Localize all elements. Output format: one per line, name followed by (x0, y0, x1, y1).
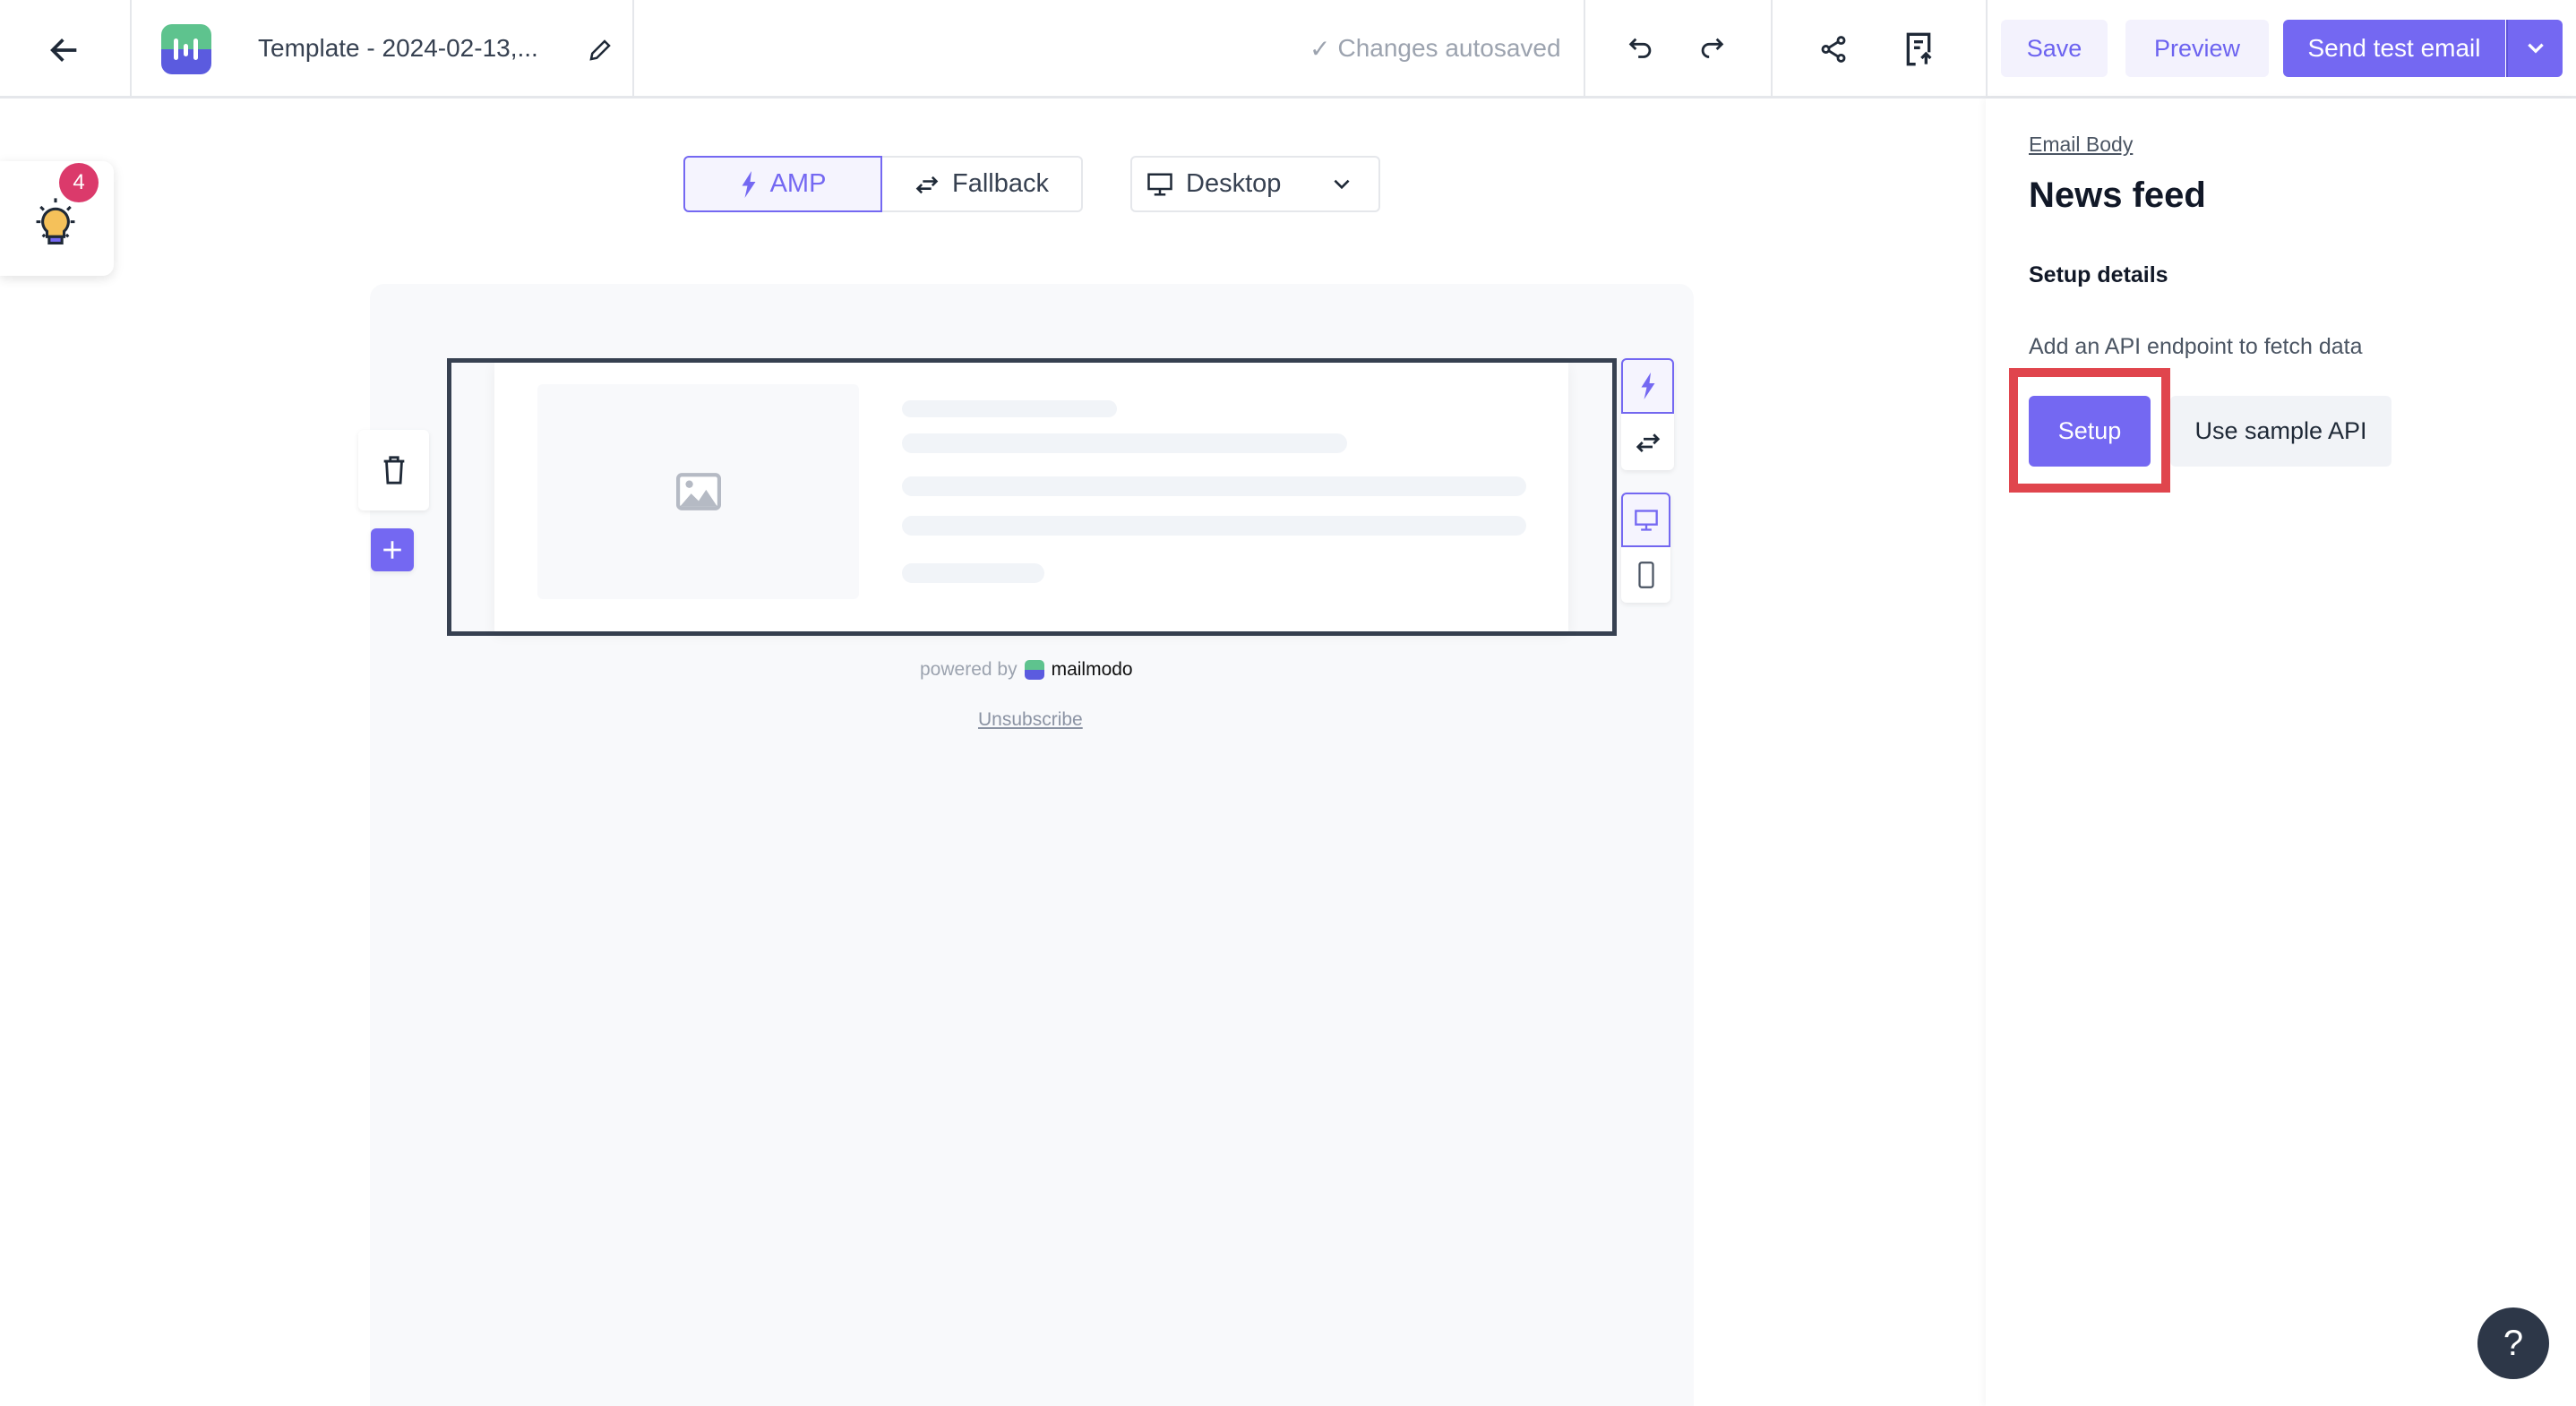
redo-icon[interactable] (1694, 31, 1730, 67)
setup-button[interactable]: Setup (2029, 396, 2151, 467)
swap-arrows-icon (1636, 433, 1660, 452)
mailmodo-logo (161, 24, 211, 74)
swap-arrows-icon (915, 176, 939, 193)
amp-tab[interactable]: AMP (683, 156, 882, 212)
undo-icon[interactable] (1623, 31, 1659, 67)
image-placeholder (537, 384, 859, 599)
autosave-text: Changes autosaved (1337, 34, 1561, 62)
skeleton-line (902, 476, 1526, 496)
brand-name: mailmodo (1051, 659, 1133, 680)
device-value: Desktop (1186, 169, 1282, 198)
block-fallback-button[interactable] (1621, 414, 1674, 470)
share-icon[interactable] (1816, 31, 1851, 67)
skeleton-line (902, 400, 1117, 417)
block-desktop-button[interactable] (1621, 493, 1670, 547)
skeleton-line (902, 563, 1044, 583)
lightning-icon (1641, 373, 1654, 399)
chevron-down-icon (1334, 179, 1350, 189)
section-heading: Setup details (2029, 262, 2168, 287)
autosave-status: ✓ Changes autosaved (1309, 34, 1561, 64)
setup-description: Add an API endpoint to fetch data (2029, 334, 2363, 359)
trash-icon (383, 456, 404, 484)
top-bar: Template - 2024-02-13,... ✓ Changes autos… (0, 0, 2576, 99)
desktop-icon (1634, 509, 1658, 531)
send-options-dropdown[interactable] (2506, 20, 2563, 77)
skeleton-line (902, 516, 1526, 536)
check-icon: ✓ (1309, 35, 1331, 63)
powered-by-text: powered by (920, 659, 1018, 680)
back-arrow-icon[interactable] (41, 27, 88, 73)
help-button[interactable]: ? (2477, 1307, 2549, 1379)
mobile-icon (1637, 562, 1654, 588)
edit-pencil-icon[interactable] (582, 32, 618, 68)
fallback-label: Fallback (952, 169, 1049, 198)
add-block-button[interactable] (371, 528, 414, 571)
settings-panel (1986, 99, 2576, 1406)
block-mobile-button[interactable] (1621, 547, 1670, 603)
skeleton-line (902, 433, 1347, 453)
plus-icon (383, 541, 401, 559)
question-mark-icon: ? (2503, 1323, 2524, 1363)
save-button[interactable]: Save (2001, 20, 2108, 77)
export-document-icon[interactable] (1901, 30, 1936, 69)
panel-title: News feed (2029, 176, 2206, 215)
mailmodo-logo (1024, 660, 1044, 680)
breadcrumb-email-body[interactable]: Email Body (2029, 133, 2133, 157)
amp-label: AMP (769, 169, 827, 198)
lightning-icon (742, 170, 756, 198)
tips-button[interactable]: 4 (0, 161, 114, 276)
unsubscribe-link[interactable]: Unsubscribe (978, 709, 1083, 731)
tips-count-badge: 4 (59, 163, 99, 202)
lightbulb-icon (27, 195, 84, 253)
preview-button[interactable]: Preview (2125, 20, 2269, 77)
send-test-email-button[interactable]: Send test email (2283, 20, 2505, 77)
desktop-icon (1147, 173, 1172, 195)
delete-block-button[interactable] (358, 430, 429, 510)
chevron-down-icon (2527, 43, 2544, 54)
fallback-tab[interactable]: Fallback (882, 156, 1083, 212)
use-sample-api-button[interactable]: Use sample API (2170, 396, 2391, 467)
image-icon (675, 473, 721, 510)
powered-by: powered by mailmodo (920, 659, 1133, 681)
device-select[interactable]: Desktop (1130, 156, 1380, 212)
block-amp-button[interactable] (1621, 358, 1674, 414)
template-title: Template - 2024-02-13,... (258, 34, 538, 62)
